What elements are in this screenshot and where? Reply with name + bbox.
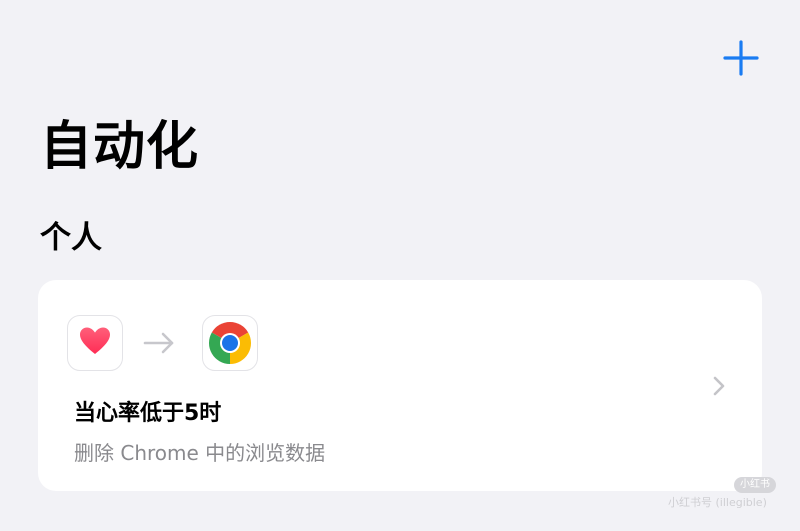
plus-icon [723,40,759,76]
chevron-right-icon [713,376,725,396]
section-title-personal: 个人 [40,220,102,256]
arrow-right-icon [143,332,174,354]
health-app-icon [67,315,123,371]
automation-card[interactable]: 当心率低于5时 删除 Chrome 中的浏览数据 [38,280,762,491]
page-title: 自动化 [40,117,200,177]
watermark-text: 小红书号 (illegible) [668,496,767,509]
automation-subtitle: 删除 Chrome 中的浏览数据 [74,441,326,465]
watermark-badge: 小红书 [734,477,776,493]
add-automation-button[interactable] [722,39,760,77]
automation-title: 当心率低于5时 [74,401,222,426]
chrome-app-icon [202,315,258,371]
chrome-icon [208,321,252,364]
heart-icon [80,327,110,354]
